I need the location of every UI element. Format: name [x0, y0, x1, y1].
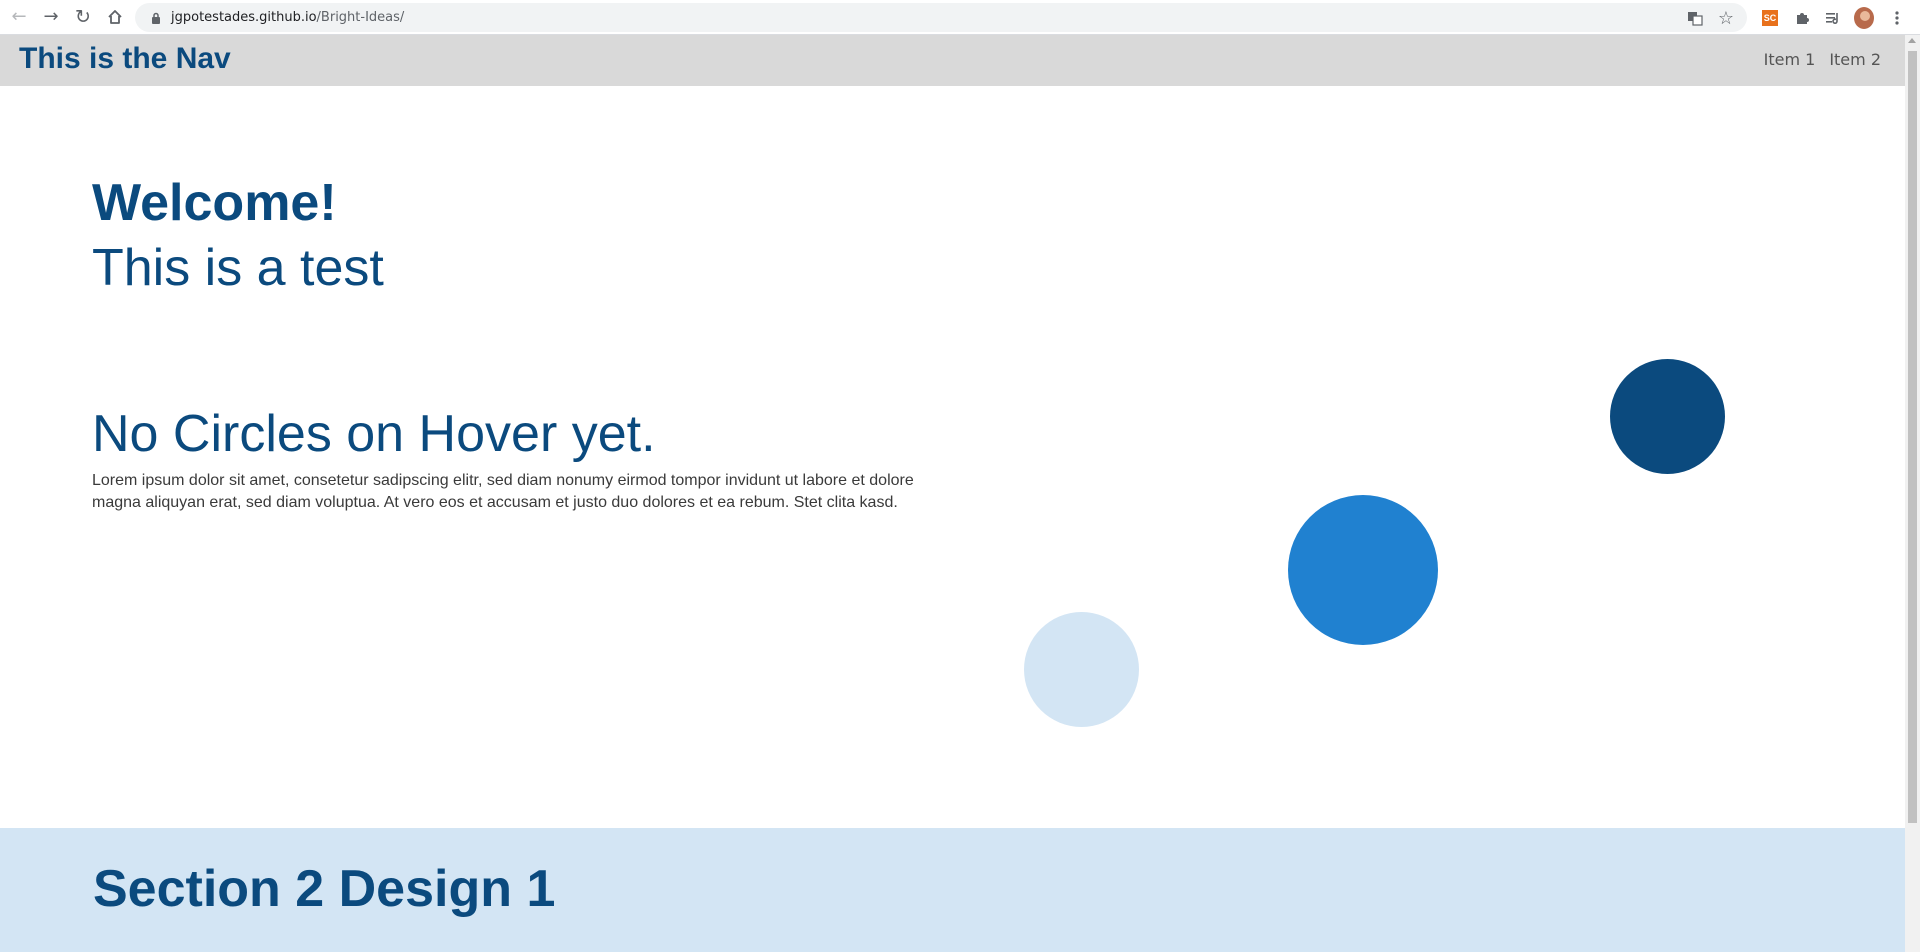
circle-medium: [1288, 495, 1438, 645]
hero-subheading: This is a test: [92, 239, 384, 297]
circle-dark: [1610, 359, 1725, 474]
scrollbar-thumb[interactable]: [1908, 51, 1917, 823]
browser-toolbar: ← → ↻ jgpotestades.github.io/Bright-Idea…: [0, 0, 1920, 35]
circle-light: [1024, 612, 1139, 727]
section-2-title: Section 2 Design 1: [93, 860, 556, 918]
section-2: Section 2 Design 1: [0, 828, 1905, 952]
lock-icon: [151, 11, 161, 24]
avatar[interactable]: [1854, 7, 1874, 29]
back-icon[interactable]: ←: [6, 4, 32, 30]
puzzle-icon[interactable]: [1792, 8, 1812, 28]
translate-icon[interactable]: [1685, 8, 1705, 28]
hero-heading: Welcome!: [92, 174, 337, 232]
vertical-scrollbar[interactable]: [1905, 35, 1920, 952]
content-paragraph: Lorem ipsum dolor sit amet, consetetur s…: [92, 472, 914, 511]
nav-menu: Item 1 Item 2: [1764, 50, 1881, 69]
star-icon[interactable]: ☆: [1716, 8, 1736, 29]
content-heading: No Circles on Hover yet.: [92, 405, 656, 463]
nav-title: This is the Nav: [19, 42, 231, 75]
home-icon[interactable]: [102, 4, 128, 30]
address-bar[interactable]: jgpotestades.github.io/Bright-Ideas/ ☆: [135, 3, 1747, 32]
kebab-menu-icon[interactable]: [1887, 8, 1907, 28]
extension-sc-icon[interactable]: SC: [1760, 8, 1780, 28]
scroll-up-arrow-icon[interactable]: [1908, 38, 1916, 43]
media-control-icon[interactable]: [1823, 8, 1843, 28]
nav-item-1[interactable]: Item 1: [1764, 50, 1816, 69]
forward-icon[interactable]: →: [38, 4, 64, 30]
url-text: jgpotestades.github.io/Bright-Ideas/: [171, 10, 405, 25]
reload-icon[interactable]: ↻: [70, 4, 96, 30]
page-viewport: This is the Nav Item 1 Item 2 Welcome! T…: [0, 35, 1905, 952]
nav-item-2[interactable]: Item 2: [1829, 50, 1881, 69]
navbar: This is the Nav Item 1 Item 2: [0, 35, 1905, 86]
